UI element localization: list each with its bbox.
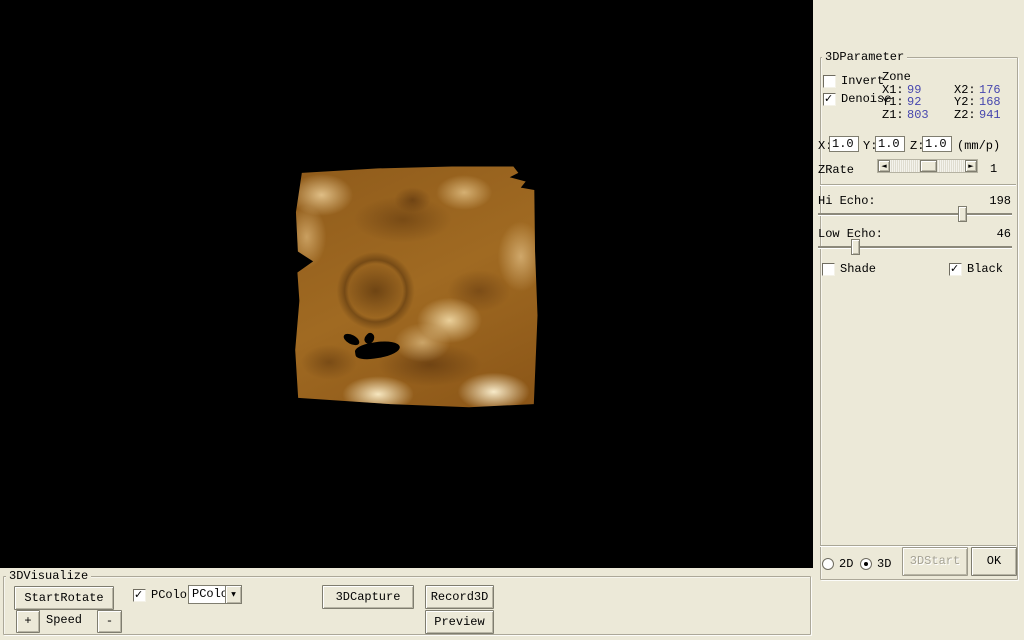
scale-unit-label: (mm/p) <box>957 139 1000 153</box>
scroll-right-icon[interactable]: ► <box>965 160 977 172</box>
speed-label: Speed <box>46 613 82 627</box>
pcolor-checkbox[interactable]: ✓ <box>133 589 146 602</box>
z-scale-input[interactable] <box>922 136 952 152</box>
hi-echo-value: 198 <box>971 194 1011 208</box>
low-echo-slider-thumb[interactable] <box>851 239 860 255</box>
3d-render-surface[interactable] <box>292 163 538 409</box>
shade-checkbox[interactable] <box>822 263 835 276</box>
radio-3d-label: 3D <box>877 557 891 571</box>
low-echo-slider-track[interactable] <box>818 246 1012 248</box>
parameter-panel: 3DParameter Invert ✓ Denoise Zone X1: 99… <box>813 0 1024 640</box>
separator <box>820 545 1016 546</box>
pcolor-dropdown[interactable]: PColor ▼ <box>188 585 242 604</box>
render-black-hole-tail <box>342 332 361 348</box>
zone-z1-label: Z1: <box>882 108 904 122</box>
hi-echo-label: Hi Echo: <box>818 194 876 208</box>
hi-echo-slider-track[interactable] <box>818 213 1012 215</box>
hi-echo-slider-thumb[interactable] <box>958 206 967 222</box>
zone-z2-value: 941 <box>979 108 1001 122</box>
zrate-scrollbar[interactable]: ◄ ► <box>877 159 978 173</box>
check-icon: ✓ <box>824 92 833 105</box>
3dvisualize-group-title: 3DVisualize <box>6 569 91 583</box>
speed-minus-button[interactable]: - <box>97 610 122 633</box>
zone-z2-label: Z2: <box>954 108 976 122</box>
visualize-panel: 3DVisualize StartRotate + Speed - ✓ PCol… <box>0 568 813 640</box>
y-scale-input[interactable] <box>875 136 905 152</box>
3dparameter-group-title: 3DParameter <box>822 50 907 64</box>
start-rotate-button[interactable]: StartRotate <box>14 586 114 610</box>
radio-2d[interactable] <box>822 558 834 570</box>
3dcapture-button[interactable]: 3DCapture <box>322 585 414 609</box>
zrate-value: 1 <box>990 162 997 176</box>
preview-button[interactable]: Preview <box>425 610 494 634</box>
ok-button[interactable]: OK <box>971 547 1017 576</box>
speed-plus-button[interactable]: + <box>16 610 40 633</box>
zrate-scrollbar-thumb[interactable] <box>920 160 937 172</box>
shade-label: Shade <box>840 262 876 276</box>
record3d-button[interactable]: Record3D <box>425 585 494 609</box>
low-echo-value: 46 <box>971 227 1011 241</box>
check-icon: ✓ <box>950 262 959 275</box>
black-label: Black <box>967 262 1003 276</box>
render-black-hole <box>354 339 401 362</box>
invert-label: Invert <box>841 74 884 88</box>
zrate-label: ZRate <box>818 163 854 177</box>
denoise-checkbox[interactable]: ✓ <box>823 93 836 106</box>
3d-viewport[interactable] <box>0 0 813 568</box>
zone-z1-value: 803 <box>907 108 929 122</box>
black-checkbox[interactable]: ✓ <box>949 263 962 276</box>
radio-3d[interactable] <box>860 558 872 570</box>
scroll-left-icon[interactable]: ◄ <box>878 160 890 172</box>
invert-checkbox[interactable] <box>823 75 836 88</box>
3dstart-button[interactable]: 3DStart <box>902 547 968 576</box>
separator <box>820 184 1016 185</box>
check-icon: ✓ <box>134 588 143 601</box>
x-scale-input[interactable] <box>829 136 859 152</box>
dropdown-arrow-icon[interactable]: ▼ <box>225 586 241 603</box>
radio-2d-label: 2D <box>839 557 853 571</box>
